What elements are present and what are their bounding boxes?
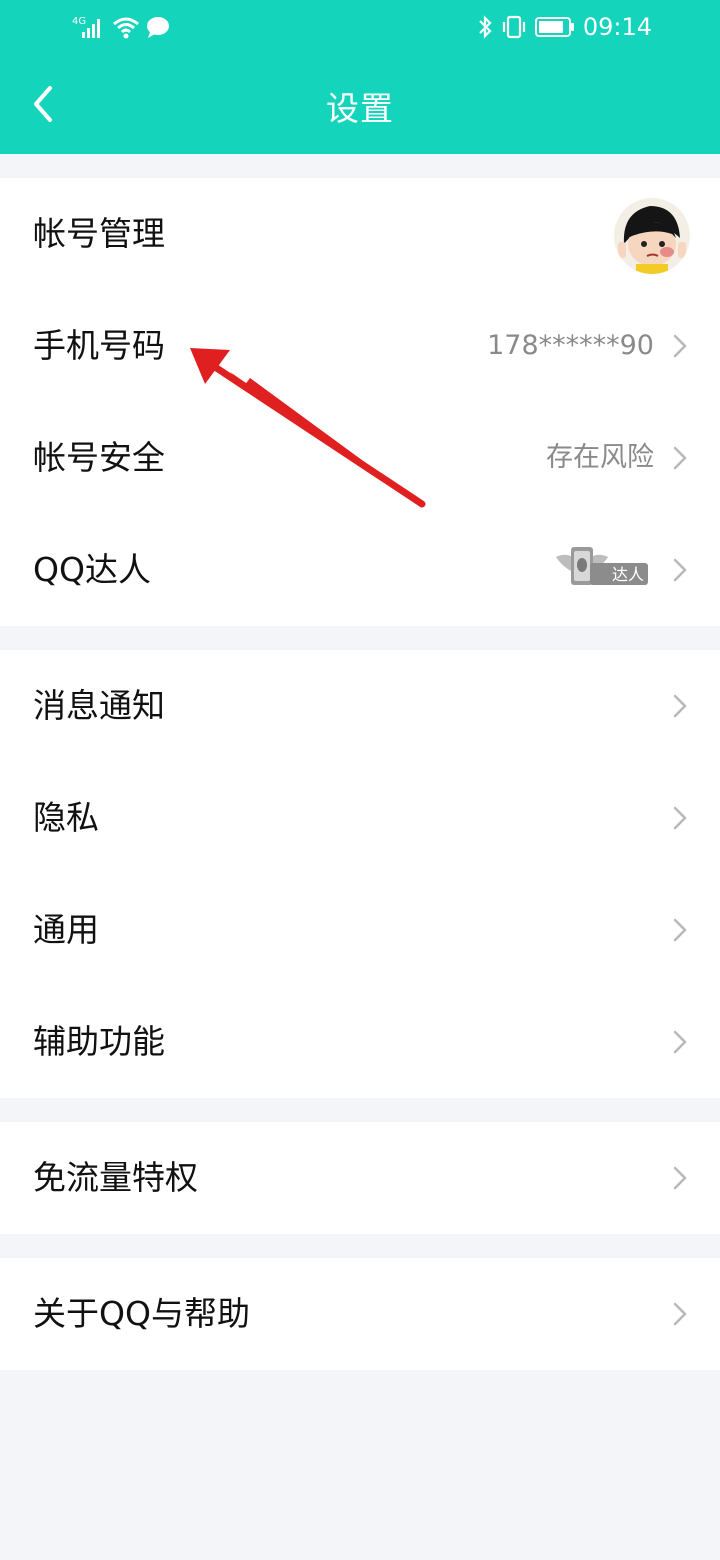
settings-row-account-management[interactable]: 帐号管理 [0, 178, 720, 290]
settings-row-general[interactable]: 通用 [0, 874, 720, 986]
row-label: QQ达人 [33, 550, 151, 589]
chevron-right-icon [673, 694, 687, 718]
chevron-right-icon [673, 806, 687, 830]
chevron-right-icon [673, 558, 687, 582]
chevron-right-icon [673, 1166, 687, 1190]
settings-row-notifications[interactable]: 消息通知 [0, 650, 720, 762]
general-group: 消息通知 隐私 通用 辅助功能 [0, 650, 720, 1098]
bluetooth-icon [479, 15, 492, 39]
settings-row-about-help[interactable]: 关于QQ与帮助 [0, 1258, 720, 1370]
svg-text:达人: 达人 [612, 565, 644, 584]
settings-row-qq-expert[interactable]: QQ达人 达人 [0, 514, 720, 626]
status-left: 4G [72, 12, 170, 42]
phone-number-value: 178******90 [487, 330, 654, 361]
chat-bubble-icon [147, 17, 169, 38]
title-bar: 设置 [0, 56, 720, 154]
chevron-right-icon [673, 446, 687, 470]
row-label: 帐号安全 [33, 438, 165, 477]
row-label: 通用 [33, 910, 99, 949]
row-label: 隐私 [33, 798, 99, 837]
row-label: 免流量特权 [33, 1158, 198, 1197]
settings-row-accessibility[interactable]: 辅助功能 [0, 986, 720, 1098]
wifi-icon [113, 17, 139, 39]
settings-row-phone-number[interactable]: 手机号码 178******90 [0, 290, 720, 402]
page-title: 设置 [326, 89, 394, 128]
status-time: 09:14 [582, 13, 652, 41]
row-label: 关于QQ与帮助 [33, 1294, 250, 1333]
status-bar: 4G 09:14 [0, 0, 720, 56]
status-right: 09:14 [477, 12, 652, 42]
chevron-right-icon [673, 918, 687, 942]
about-group: 关于QQ与帮助 [0, 1258, 720, 1370]
security-status-value: 存在风险 [546, 442, 654, 473]
free-data-group: 免流量特权 [0, 1122, 720, 1234]
app-header: 4G 09:14 设置 [0, 0, 720, 154]
chevron-right-icon [673, 1302, 687, 1326]
settings-row-privacy[interactable]: 隐私 [0, 762, 720, 874]
row-label: 消息通知 [33, 686, 165, 725]
chevron-right-icon [673, 1030, 687, 1054]
qq-expert-badge-icon: 达人 [556, 547, 648, 585]
settings-row-account-security[interactable]: 帐号安全 存在风险 [0, 402, 720, 514]
avatar [614, 198, 690, 274]
battery-icon [534, 17, 574, 37]
chevron-right-icon [673, 334, 687, 358]
vibrate-icon [502, 15, 525, 39]
row-label: 手机号码 [33, 326, 165, 365]
signal-icon: 4G [72, 16, 100, 38]
settings-row-free-data-privilege[interactable]: 免流量特权 [0, 1122, 720, 1234]
account-group: 帐号管理 手机号码 178******90 帐号安全 存在风险 QQ达人 达人 [0, 178, 720, 626]
svg-text:4G: 4G [72, 16, 86, 27]
row-label: 辅助功能 [33, 1022, 165, 1061]
row-label: 帐号管理 [33, 214, 165, 253]
